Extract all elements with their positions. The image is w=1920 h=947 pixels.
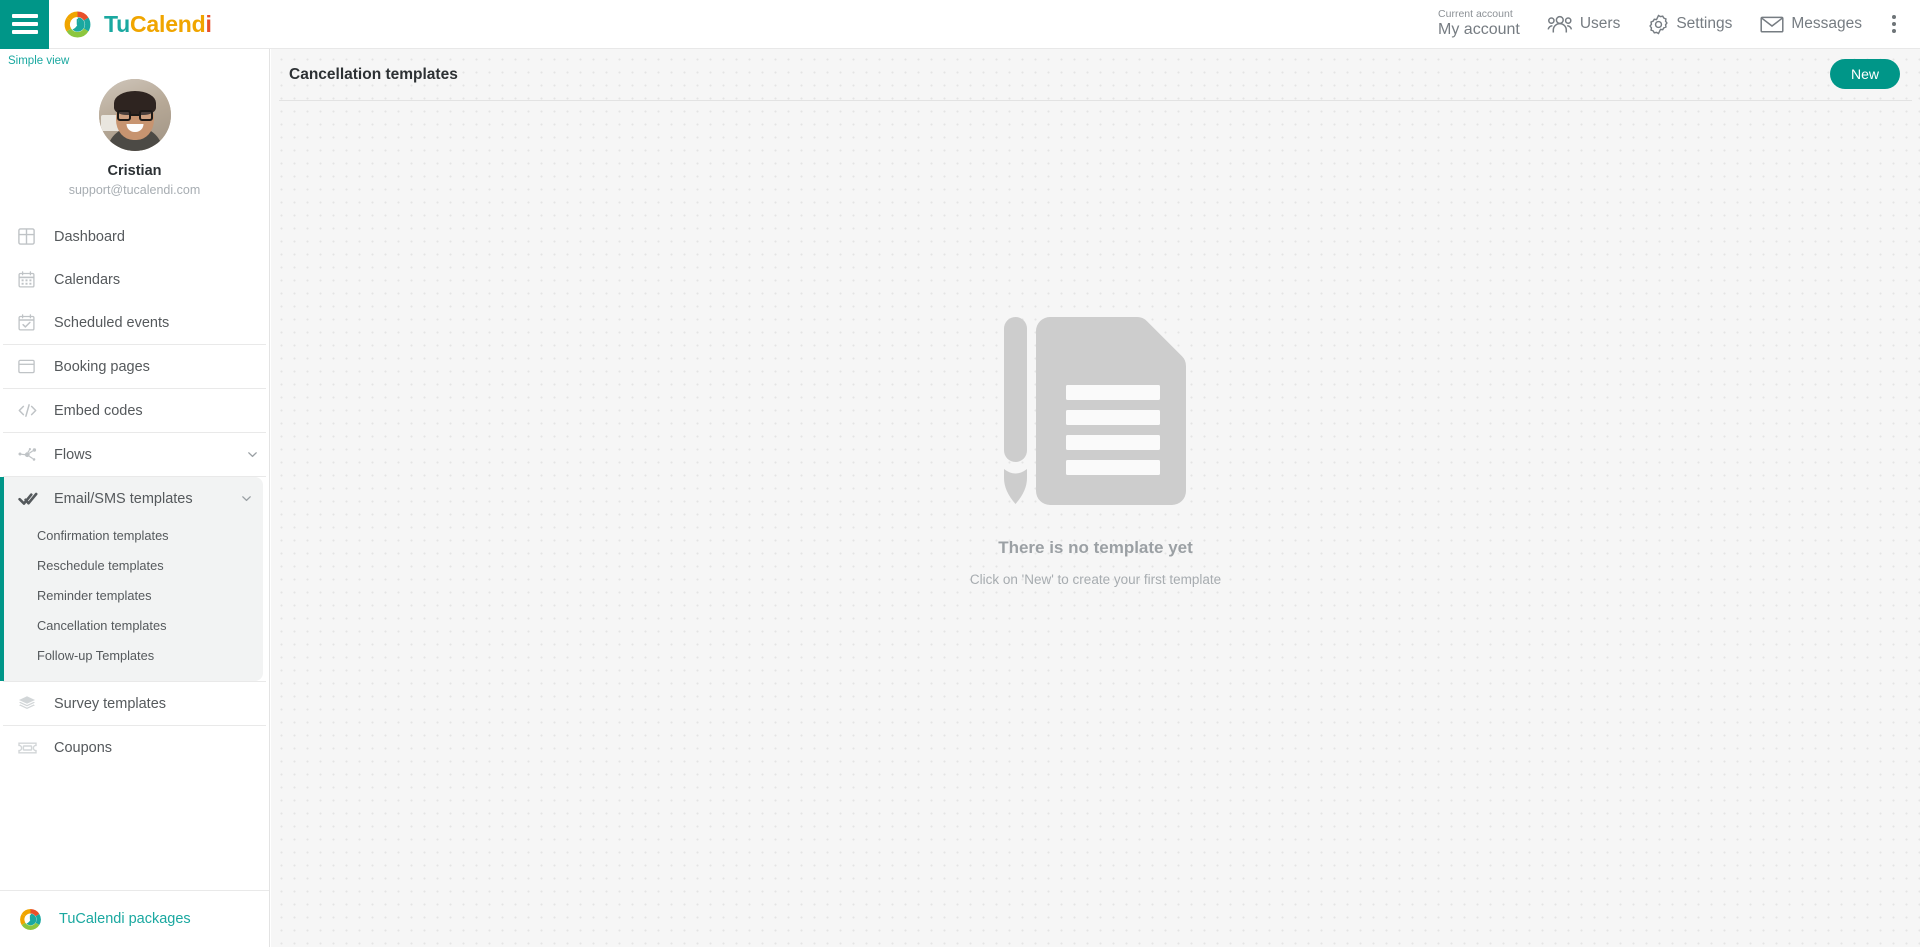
messages-label: Messages	[1791, 15, 1862, 32]
main-content: Cancellation templates New There is no t…	[271, 49, 1920, 947]
ticket-icon	[18, 741, 46, 755]
empty-state: There is no template yet Click on 'New' …	[271, 309, 1920, 587]
top-bar: TuCalendi Current account My account Use…	[0, 0, 1920, 49]
settings-label: Settings	[1676, 15, 1733, 32]
avatar-glasses-left	[116, 110, 131, 121]
sidebar-item-dashboard[interactable]: Dashboard	[0, 215, 269, 258]
sidebar-item-label: Embed codes	[54, 402, 143, 419]
sidebar-item-calendars[interactable]: Calendars	[0, 258, 269, 301]
brand-title: TuCalendi	[104, 11, 212, 38]
sidebar: Simple view Cristian support@tucalendi.c…	[0, 49, 270, 947]
hamburger-bar-2	[11, 22, 38, 26]
profile-email: support@tucalendi.com	[68, 183, 201, 197]
tucalendi-logo-icon	[64, 11, 91, 37]
profile-section: Cristian support@tucalendi.com	[0, 67, 269, 215]
sidebar-packages-section: TuCalendi packages	[0, 890, 269, 947]
page-title: Cancellation templates	[289, 65, 458, 83]
users-icon	[1547, 15, 1572, 32]
calendar-icon	[18, 271, 46, 288]
gear-icon	[1649, 14, 1669, 34]
double-check-icon	[18, 491, 46, 507]
sidebar-item-booking-pages[interactable]: Booking pages	[0, 345, 269, 388]
sidebar-item-tucalendi-packages[interactable]: TuCalendi packages	[0, 891, 269, 947]
sidebar-item-follow-up-templates[interactable]: Follow-up Templates	[4, 640, 263, 670]
sidebar-item-cancellation-templates[interactable]: Cancellation templates	[4, 610, 263, 640]
simple-view-link[interactable]: Simple view	[0, 49, 269, 67]
sidebar-item-label: Booking pages	[54, 358, 150, 375]
calendar-check-icon	[18, 314, 46, 331]
sidebar-item-embed-codes[interactable]: Embed codes	[0, 389, 269, 432]
sidebar-item-email-sms-templates[interactable]: Email/SMS templates	[4, 477, 263, 520]
hamburger-bar-3	[11, 30, 38, 34]
sidebar-group-label: Email/SMS templates	[54, 490, 193, 507]
hamburger-bar-1	[11, 14, 38, 18]
sidebar-item-reminder-templates[interactable]: Reminder templates	[4, 580, 263, 610]
top-bar-right: Current account My account Users Setting…	[1425, 0, 1920, 49]
hamburger-icon[interactable]	[0, 0, 49, 49]
brand-part-2: Calend	[130, 10, 206, 37]
sidebar-item-scheduled-events[interactable]: Scheduled events	[0, 301, 269, 344]
profile-name: Cristian	[107, 163, 162, 179]
avatar[interactable]	[98, 79, 171, 151]
window-icon	[18, 359, 46, 374]
avatar-glasses-bridge	[130, 114, 139, 116]
sidebar-item-reschedule-templates[interactable]: Reschedule templates	[4, 550, 263, 580]
sidebar-item-label: Dashboard	[54, 228, 125, 245]
sidebar-item-label: Coupons	[54, 739, 113, 756]
kebab-dot-2	[1892, 22, 1896, 26]
brand-part-1: Tu	[104, 10, 130, 37]
dashboard-grid-icon	[18, 228, 46, 245]
avatar-glasses	[116, 110, 153, 121]
sidebar-item-label: Survey templates	[54, 695, 167, 712]
chevron-down-icon[interactable]	[240, 492, 253, 505]
sidebar-packages-label: TuCalendi packages	[59, 911, 191, 927]
current-account-switcher[interactable]: Current account My account	[1425, 8, 1533, 39]
main-header: Cancellation templates New	[279, 49, 1912, 101]
sidebar-item-label: Scheduled events	[54, 314, 170, 331]
sidebar-item-label: Calendars	[54, 271, 121, 288]
chevron-down-icon[interactable]	[246, 448, 259, 461]
kebab-dot-1	[1892, 15, 1896, 19]
current-account-label: Current account	[1438, 8, 1513, 21]
users-label: Users	[1579, 15, 1621, 32]
sidebar-item-survey-templates[interactable]: Survey templates	[0, 682, 269, 725]
flow-nodes-icon	[18, 447, 46, 463]
document-pencil-icon	[1003, 317, 1186, 505]
sidebar-item-label: Flows	[54, 446, 92, 463]
sidebar-menu: Dashboard Calendars Scheduled events Boo…	[0, 215, 269, 769]
sidebar-group-email-sms-templates: Email/SMS templates Confirmation templat…	[0, 477, 263, 681]
sidebar-item-coupons[interactable]: Coupons	[0, 726, 269, 769]
avatar-glasses-right	[138, 110, 153, 121]
empty-state-title: There is no template yet	[998, 538, 1193, 557]
sidebar-item-confirmation-templates[interactable]: Confirmation templates	[4, 520, 263, 550]
brand-part-3: i	[205, 10, 212, 37]
kebab-dot-3	[1892, 29, 1896, 33]
messages-button[interactable]: Messages	[1746, 0, 1876, 49]
sidebar-item-flows[interactable]: Flows	[0, 433, 269, 476]
tucalendi-logo-icon	[20, 908, 41, 930]
current-account-value: My account	[1438, 21, 1520, 39]
new-button[interactable]: New	[1829, 59, 1900, 89]
settings-button[interactable]: Settings	[1634, 0, 1746, 49]
envelope-icon	[1760, 16, 1784, 33]
layers-icon	[18, 695, 46, 712]
kebab-menu-icon[interactable]	[1876, 0, 1908, 49]
users-button[interactable]: Users	[1533, 0, 1634, 49]
empty-state-subtitle: Click on 'New' to create your first temp…	[969, 572, 1222, 587]
sidebar-submenu: Confirmation templates Reschedule templa…	[4, 520, 263, 681]
code-brackets-icon	[18, 403, 46, 418]
brand-logo-link[interactable]: TuCalendi	[62, 9, 212, 40]
